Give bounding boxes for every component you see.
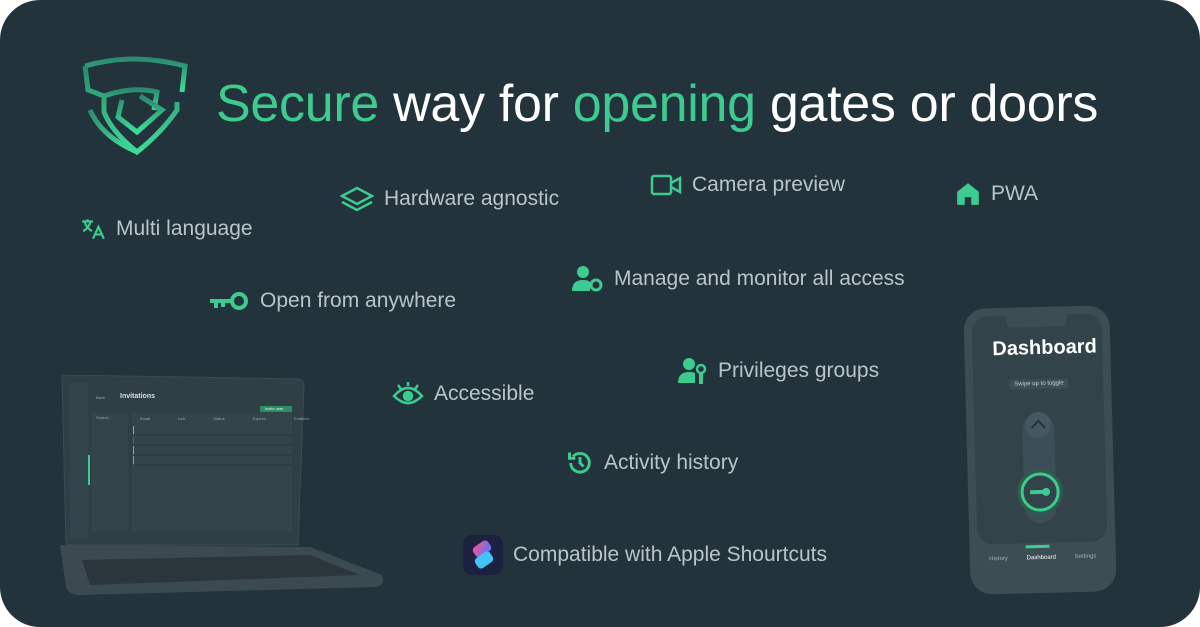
eye-icon [392, 382, 424, 405]
feature-label: Activity history [604, 451, 739, 474]
laptop-table-header: Email Link Status Expires Enabled [140, 416, 309, 421]
column-header: Status [213, 416, 225, 421]
laptop-back-link[interactable]: Back [96, 395, 105, 400]
video-camera-icon [650, 174, 682, 196]
feature-hardware-agnostic: Hardware agnostic [340, 186, 559, 212]
layers-icon [340, 186, 374, 212]
user-gear-icon [572, 266, 603, 292]
feature-label: Open from anywhere [260, 289, 457, 312]
swipe-hint: Swipe up to toggle [1009, 378, 1069, 390]
laptop-search-input[interactable]: Search [96, 415, 109, 420]
laptop-page-title: Invitations [120, 393, 156, 400]
user-lock-icon [678, 358, 707, 384]
feature-label: Hardware agnostic [384, 187, 560, 210]
feature-label: Manage and monitor all access [614, 267, 905, 290]
feature-activity-history: Activity history [566, 449, 738, 477]
feature-pwa: PWA [955, 181, 1038, 207]
headline-text: gates or doors [755, 75, 1099, 133]
nav-settings[interactable]: Settings [1075, 554, 1097, 561]
feature-label: Compatible with Apple Shourtcuts [513, 543, 828, 566]
nav-dashboard[interactable]: Dashboard [1027, 555, 1057, 562]
feature-label: Privileges groups [718, 359, 880, 382]
phone-mockup: Dashboard Swipe up to toggle History Das… [961, 303, 1119, 597]
laptop-mockup: Invitations Back Search Invite user Emai… [60, 374, 390, 600]
feature-label: Multi language [116, 217, 253, 240]
translate-icon [82, 219, 105, 240]
feature-multi-language: Multi language [80, 216, 253, 242]
feature-manage-monitor: Manage and monitor all access [572, 265, 905, 293]
key-icon [210, 292, 248, 310]
column-header: Link [178, 416, 186, 421]
laptop-invite-button[interactable]: Invite user [265, 406, 283, 411]
feature-apple-shortcuts: Compatible with Apple Shourtcuts [463, 535, 827, 575]
home-icon [957, 183, 979, 205]
phone-title: Dashboard [992, 335, 1098, 361]
feature-label: PWA [991, 182, 1039, 205]
feature-label: Accessible [434, 382, 535, 405]
feature-open-anywhere: Open from anywhere [208, 289, 456, 313]
feature-accessible: Accessible [392, 380, 534, 408]
column-header: Expires [252, 416, 267, 421]
headline: Secure way for opening gates or doors [216, 74, 1098, 134]
nav-history[interactable]: History [989, 556, 1008, 562]
history-icon [568, 451, 591, 474]
headline-accent: Secure [216, 75, 379, 133]
column-header: Email [140, 416, 151, 421]
column-header: Enabled [294, 416, 309, 421]
feature-label: Camera preview [692, 173, 845, 196]
banner: Secure way for opening gates or doors Mu… [0, 0, 1200, 627]
feature-privileges-groups: Privileges groups [678, 357, 879, 385]
shield-logo-icon [82, 56, 188, 156]
headline-accent: opening [572, 75, 756, 133]
shortcuts-app-icon [463, 535, 503, 575]
feature-camera-preview: Camera preview [650, 173, 845, 197]
headline-text: way for [378, 75, 573, 133]
